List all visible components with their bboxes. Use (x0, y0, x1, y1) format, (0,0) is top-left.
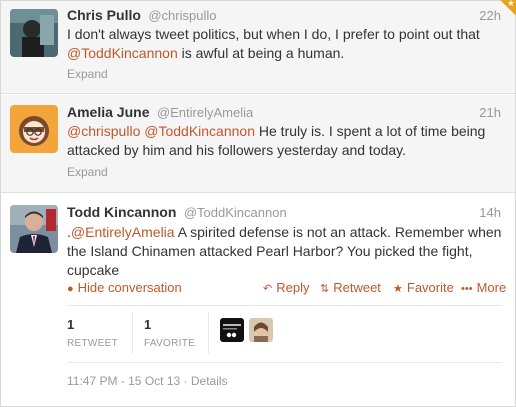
username[interactable]: @ToddKincannon (184, 205, 287, 220)
favoriter-avatar[interactable] (249, 318, 273, 342)
tweet-todd-kincannon[interactable]: Todd Kincannon @ToddKincannon 14h .@Enti… (1, 194, 515, 406)
tweet-header: Todd Kincannon @ToddKincannon 14h (67, 204, 501, 222)
tweet-actions: ● Hide conversation ↶ Reply ⇅ Retweet ★ Favo… (67, 280, 506, 296)
avatar[interactable] (10, 9, 58, 57)
hide-conversation-icon: ● (67, 283, 74, 295)
tweet-amelia-june[interactable]: Amelia June @EntirelyAmelia 21h @chrispu… (1, 95, 515, 193)
fullname[interactable]: Chris Pullo (67, 7, 141, 23)
divider (67, 362, 502, 363)
more-dots-icon: ••• (461, 283, 473, 295)
timestamp[interactable]: 22h (479, 8, 501, 23)
favorite-button[interactable]: ★ Favorite (393, 280, 454, 295)
tweet-footer: 11:47 PM - 15 Oct 13 · Details (67, 374, 228, 388)
favoriter-avatar[interactable] (220, 318, 244, 342)
retweet-count[interactable]: 1 RETWEET (67, 317, 118, 349)
tweet-header: Chris Pullo @chrispullo 22h (67, 7, 501, 25)
mention-link[interactable]: @ToddKincannon (144, 123, 255, 139)
retweet-icon: ⇅ (320, 283, 330, 295)
tweet-text: @chrispullo @ToddKincannon He truly is. … (67, 123, 486, 158)
fullname[interactable]: Amelia June (67, 104, 149, 120)
username[interactable]: @chrispullo (148, 8, 216, 23)
details-link[interactable]: Details (191, 374, 228, 388)
tweet-chris-pullo[interactable]: Chris Pullo @chrispullo 22h I don't alwa… (1, 1, 515, 94)
stat-separator (132, 312, 133, 354)
more-button[interactable]: ••• More (461, 280, 506, 295)
favorite-count[interactable]: 1 FAVORITE (144, 317, 195, 349)
mention-link[interactable]: @chrispullo (67, 123, 140, 139)
tweet-text: I don't always tweet politics, but when … (67, 26, 480, 61)
avatar[interactable] (10, 205, 58, 253)
expand-link[interactable]: Expand (67, 67, 108, 81)
favorite-star-icon: ★ (393, 283, 403, 295)
timestamp[interactable]: 14h (479, 205, 501, 220)
hide-conversation-button[interactable]: ● Hide conversation (67, 280, 182, 295)
retweet-button[interactable]: ⇅ Retweet (320, 280, 381, 295)
expand-link[interactable]: Expand (67, 165, 108, 179)
divider (67, 305, 502, 306)
timestamp[interactable]: 21h (479, 105, 501, 120)
mention-link[interactable]: @EntirelyAmelia (71, 224, 175, 240)
reply-arrow-icon: ↶ (263, 283, 273, 295)
stat-separator (208, 312, 209, 354)
mention-link[interactable]: @ToddKincannon (67, 45, 178, 61)
fullname[interactable]: Todd Kincannon (67, 204, 176, 220)
username[interactable]: @EntirelyAmelia (157, 105, 253, 120)
full-timestamp[interactable]: 11:47 PM - 15 Oct 13 (67, 374, 180, 388)
avatar[interactable] (10, 105, 58, 153)
tweet-header: Amelia June @EntirelyAmelia 21h (67, 104, 501, 122)
star-badge-icon: ★ (500, 0, 516, 16)
reply-button[interactable]: ↶ Reply (263, 280, 309, 295)
tweet-text: .@EntirelyAmelia A spirited defense is n… (67, 224, 502, 278)
